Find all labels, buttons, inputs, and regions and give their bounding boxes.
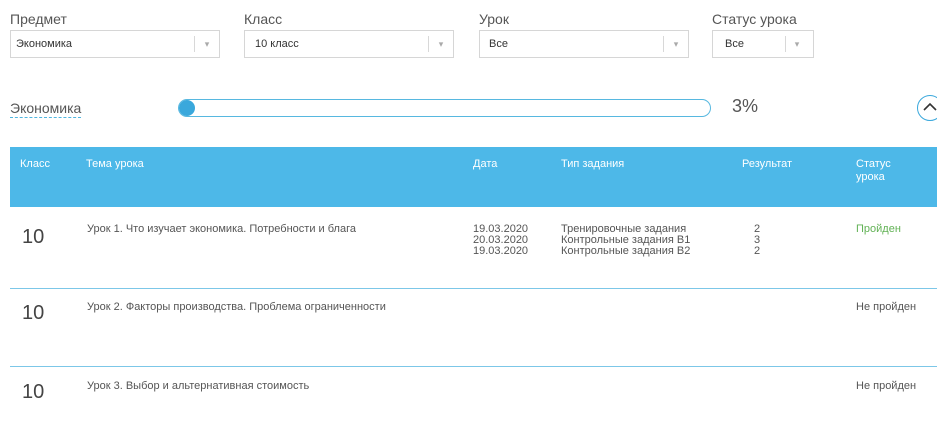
row-status: Не пройден — [856, 301, 917, 313]
row-class: 10 — [22, 381, 45, 403]
row-divider — [10, 366, 937, 367]
row-class: 10 — [22, 302, 45, 324]
filter-lesson: Урок Все ▾ — [479, 10, 689, 58]
subject-select[interactable]: Экономика ▾ — [10, 30, 220, 58]
chevron-down-icon[interactable]: ▾ — [670, 31, 682, 57]
chevron-down-icon[interactable]: ▾ — [201, 31, 213, 57]
header-class: Класс — [20, 158, 50, 170]
row-status: Не пройден — [856, 380, 917, 392]
row-result: 2 — [754, 245, 761, 257]
progress-bar — [178, 99, 711, 117]
filter-subject: Предмет Экономика ▾ — [10, 10, 220, 58]
filter-subject-label: Предмет — [10, 11, 67, 27]
row-topic: Урок 2. Факторы производства. Проблема о… — [87, 301, 386, 313]
filter-lesson-label: Урок — [479, 11, 509, 27]
row-divider — [10, 288, 937, 289]
progress-fill — [179, 100, 195, 116]
select-divider — [194, 36, 195, 52]
row-class: 10 — [22, 226, 45, 248]
chevron-down-icon[interactable]: ▾ — [435, 31, 447, 57]
header-date: Дата — [473, 158, 498, 170]
select-divider — [428, 36, 429, 52]
header-status-line1: Статус — [856, 158, 891, 170]
header-topic: Тема урока — [86, 158, 144, 170]
lesson-select-value: Все — [489, 38, 508, 50]
collapse-button[interactable] — [917, 95, 937, 121]
progress-percent: 3% — [732, 96, 759, 116]
filter-class-label: Класс — [244, 11, 283, 27]
row-task-type: Контрольные задания В2 — [561, 245, 691, 257]
row-date: 19.03.2020 — [473, 245, 529, 257]
filter-lesson-status: Статус урока Все ▾ — [712, 10, 822, 58]
lesson-status-select-value: Все — [725, 38, 744, 50]
table-header: Класс Тема урока Дата Тип задания Резуль… — [10, 147, 937, 207]
header-status: Статус урока — [856, 158, 891, 184]
class-select[interactable]: 10 класс ▾ — [244, 30, 454, 58]
row-topic: Урок 1. Что изучает экономика. Потребнос… — [87, 223, 356, 235]
header-status-line2: урока — [856, 171, 885, 183]
select-divider — [785, 36, 786, 52]
select-divider — [663, 36, 664, 52]
lesson-status-select[interactable]: Все ▾ — [712, 30, 814, 58]
subject-select-value: Экономика — [16, 38, 73, 50]
chevron-down-icon[interactable]: ▾ — [791, 31, 803, 57]
header-task-type: Тип задания — [561, 158, 625, 170]
filter-status-label: Статус урока — [712, 11, 797, 27]
row-topic: Урок 3. Выбор и альтернативная стоимость — [87, 380, 310, 392]
lesson-select[interactable]: Все ▾ — [479, 30, 689, 58]
row-status: Пройден — [856, 223, 901, 235]
chevron-up-icon — [923, 102, 937, 111]
class-select-value: 10 класс — [255, 38, 299, 50]
subject-progress-link[interactable]: Экономика — [10, 100, 82, 118]
filter-class: Класс 10 класс ▾ — [244, 10, 454, 58]
header-result: Результат — [742, 158, 793, 170]
